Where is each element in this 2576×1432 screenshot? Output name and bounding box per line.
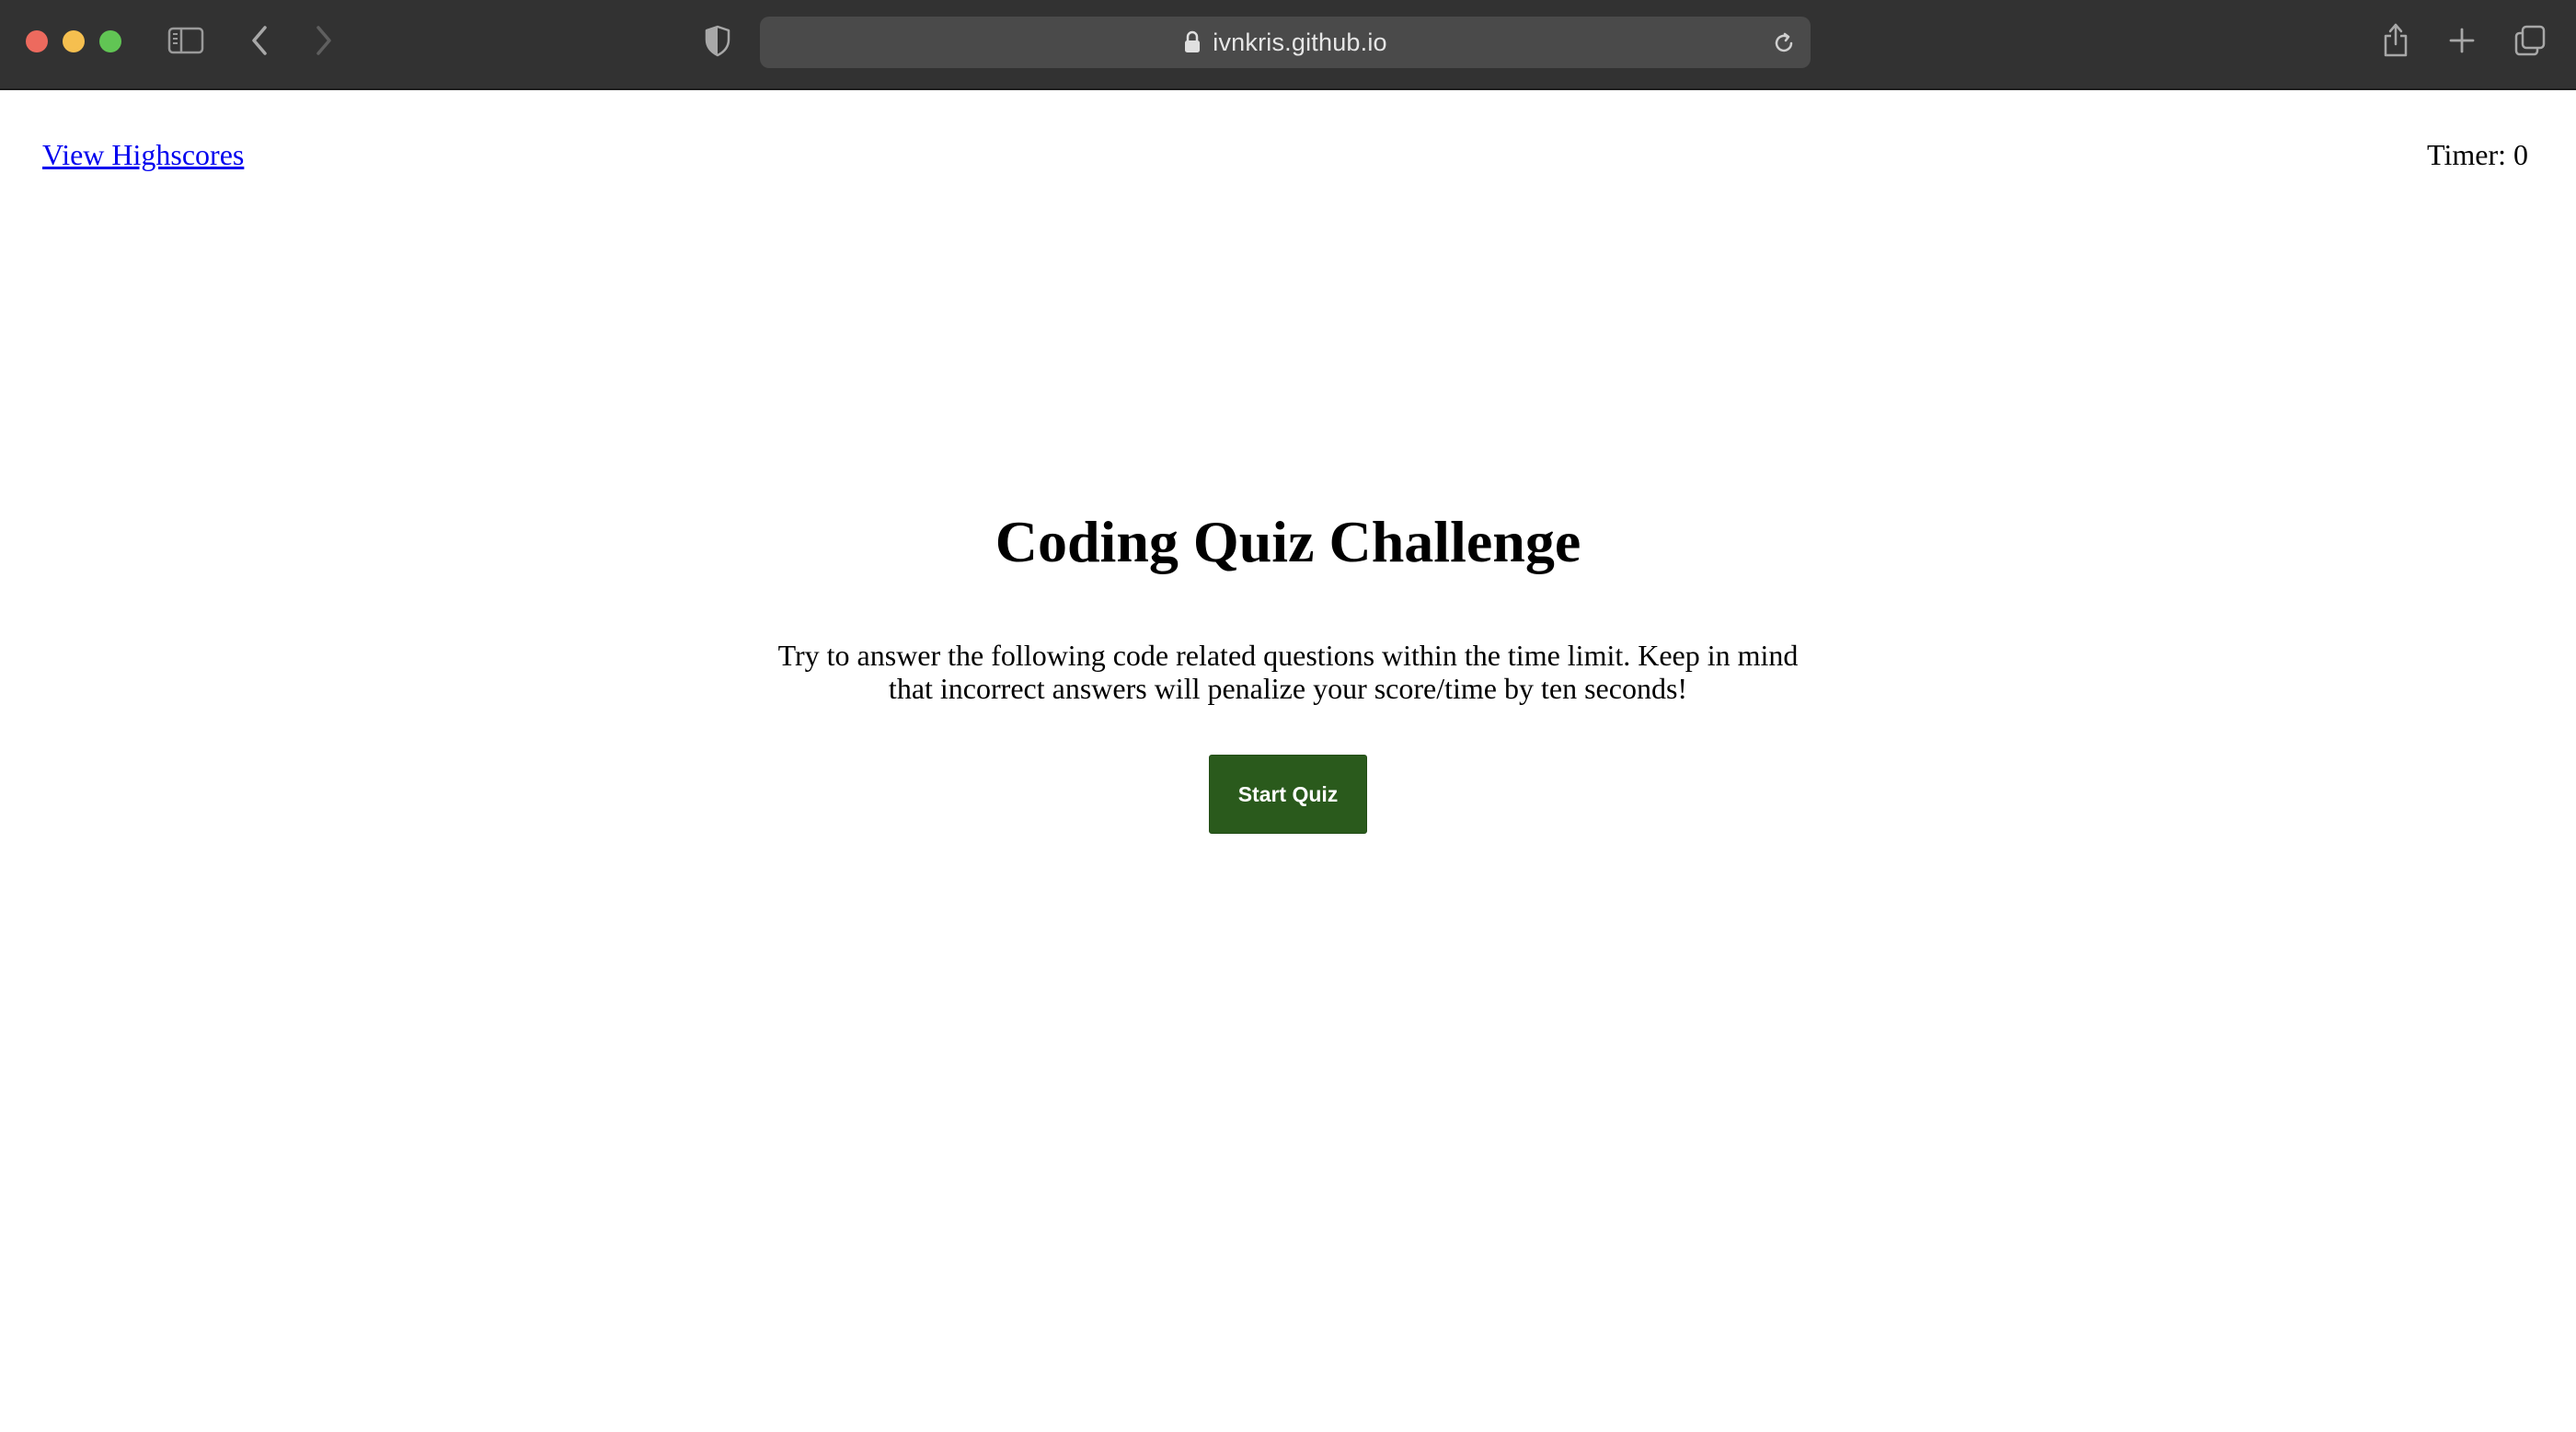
reload-icon[interactable] <box>1770 29 1798 57</box>
sidebar-icon[interactable] <box>166 24 206 57</box>
share-icon[interactable] <box>2379 18 2412 61</box>
browser-toolbar: ivnkris.github.io <box>0 0 2576 90</box>
address-bar[interactable]: ivnkris.github.io <box>760 17 1811 68</box>
timer-value: 0 <box>2513 138 2528 171</box>
page-title: Coding Quiz Challenge <box>995 509 1581 574</box>
chevron-right-icon[interactable] <box>307 22 340 59</box>
timer: Timer: 0 <box>2427 138 2528 172</box>
start-quiz-button[interactable]: Start Quiz <box>1209 755 1367 834</box>
timer-label: Timer: <box>2427 138 2506 171</box>
tabs-icon[interactable] <box>2512 22 2548 59</box>
page-content: View Highscores Timer: 0 Coding Quiz Chal… <box>0 92 2576 1432</box>
quiz-intro: Coding Quiz Challenge Try to answer the … <box>0 506 2576 834</box>
plus-icon[interactable] <box>2445 22 2478 59</box>
quiz-description: Try to answer the following code related… <box>777 639 1799 705</box>
shield-icon[interactable] <box>701 22 734 59</box>
lock-icon <box>1183 30 1202 54</box>
view-highscores-link[interactable]: View Highscores <box>42 138 244 172</box>
zoom-window-button[interactable] <box>99 30 121 52</box>
close-window-button[interactable] <box>26 30 48 52</box>
address-url: ivnkris.github.io <box>1213 28 1387 56</box>
chevron-left-icon[interactable] <box>243 22 276 59</box>
minimize-window-button[interactable] <box>63 30 85 52</box>
